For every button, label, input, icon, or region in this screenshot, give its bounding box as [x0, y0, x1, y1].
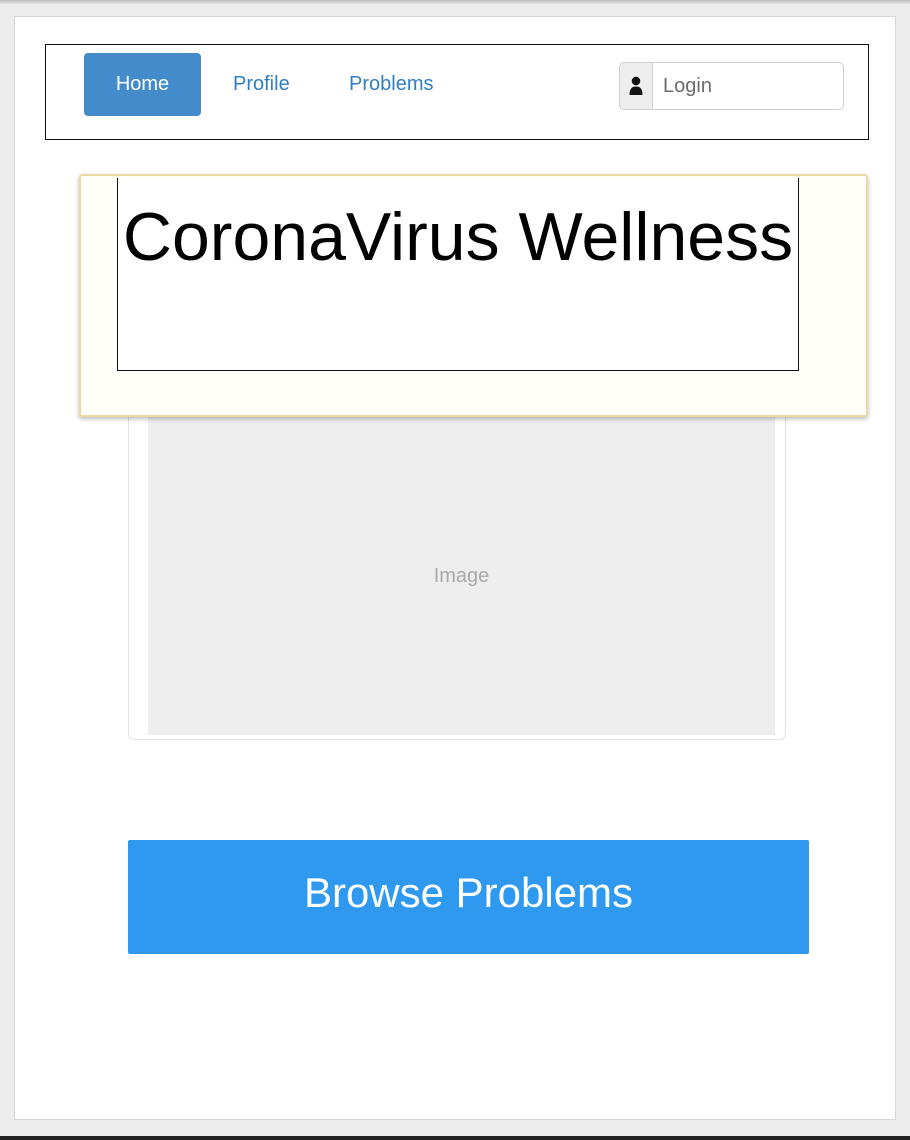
nav-profile-link[interactable]: Profile [233, 53, 290, 116]
login-input[interactable] [653, 63, 843, 109]
hero-title-box: CoronaVirus Wellness [117, 178, 799, 371]
user-icon [629, 76, 643, 95]
page-title: CoronaVirus Wellness [122, 199, 794, 275]
login-field-group [619, 62, 844, 110]
login-addon [620, 63, 653, 109]
nav-problems-link[interactable]: Problems [349, 53, 433, 116]
navbar: Home Profile Problems [45, 44, 869, 140]
window-bottom-edge [0, 1136, 910, 1140]
image-card: Image [128, 402, 786, 740]
browse-problems-button[interactable]: Browse Problems [128, 840, 809, 954]
hero-highlight-panel: CoronaVirus Wellness [79, 174, 868, 417]
image-placeholder: Image [148, 417, 775, 735]
window-top-edge [0, 0, 910, 4]
image-placeholder-label: Image [433, 565, 490, 587]
nav-home-button[interactable]: Home [84, 53, 201, 116]
